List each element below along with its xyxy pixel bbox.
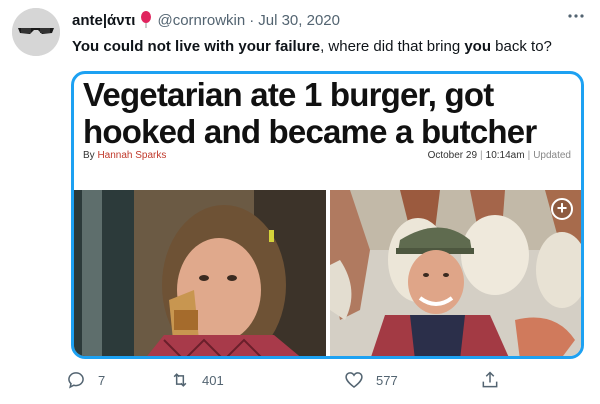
- tweet-header: ante|άντι @cornrowkin · Jul 30, 2020: [72, 11, 340, 29]
- action-bar: 7 401 577: [60, 370, 540, 394]
- tweet-text-plain-2: back to?: [491, 38, 552, 55]
- balloon-icon: [139, 11, 155, 29]
- separator-dot: ·: [249, 11, 255, 29]
- plus-circle-icon[interactable]: +: [551, 198, 573, 220]
- retweet-button[interactable]: 401: [170, 370, 224, 390]
- user-name[interactable]: ante|άντι: [72, 12, 135, 29]
- share-button[interactable]: [480, 370, 512, 390]
- photo-butcher-with-hams: [330, 190, 581, 356]
- more-button[interactable]: [566, 6, 586, 26]
- like-button[interactable]: 577: [344, 370, 398, 390]
- reply-icon: [68, 372, 84, 389]
- byline-prefix: By: [83, 150, 98, 161]
- timestamp-separator-2: |: [527, 150, 531, 161]
- tweet-text-bold-2: you: [464, 38, 492, 55]
- tweet-media[interactable]: Vegetarian ate 1 burger, got hooked and …: [71, 71, 584, 359]
- avatar[interactable]: [12, 8, 60, 56]
- avatar-icon: [12, 8, 60, 56]
- tweet-text: You could not live with your failure, wh…: [72, 38, 552, 55]
- heart-icon: [345, 372, 363, 389]
- like-count: 577: [376, 372, 398, 388]
- article-byline: By Hannah Sparks: [83, 150, 166, 161]
- user-handle[interactable]: @cornrowkin: [157, 12, 245, 29]
- article-timestamp: October 29 | 10:14am | Updated: [428, 150, 571, 161]
- share-icon: [482, 371, 498, 388]
- retweet-count: 401: [202, 372, 224, 388]
- tweet-date[interactable]: Jul 30, 2020: [258, 12, 340, 29]
- article-headline: Vegetarian ate 1 burger, got hooked and …: [83, 76, 537, 150]
- reply-count: 7: [98, 372, 106, 388]
- article-date: October 29: [427, 150, 478, 161]
- article-updated: Updated: [533, 150, 571, 161]
- tweet-text-bold-1: You could not live with your failure: [72, 38, 321, 55]
- photo-woman-eating-burger: [74, 190, 326, 356]
- reply-button[interactable]: 7: [66, 370, 105, 390]
- retweet-icon: [173, 373, 187, 387]
- timestamp-separator-1: |: [480, 150, 483, 161]
- tweet-text-plain-1: , where did that bring: [320, 38, 465, 55]
- article-time: 10:14am: [485, 150, 525, 161]
- article-author: Hannah Sparks: [97, 150, 167, 161]
- more-icon: [568, 14, 584, 18]
- tweet[interactable]: ante|άντι @cornrowkin · Jul 30, 2020 You…: [0, 0, 600, 404]
